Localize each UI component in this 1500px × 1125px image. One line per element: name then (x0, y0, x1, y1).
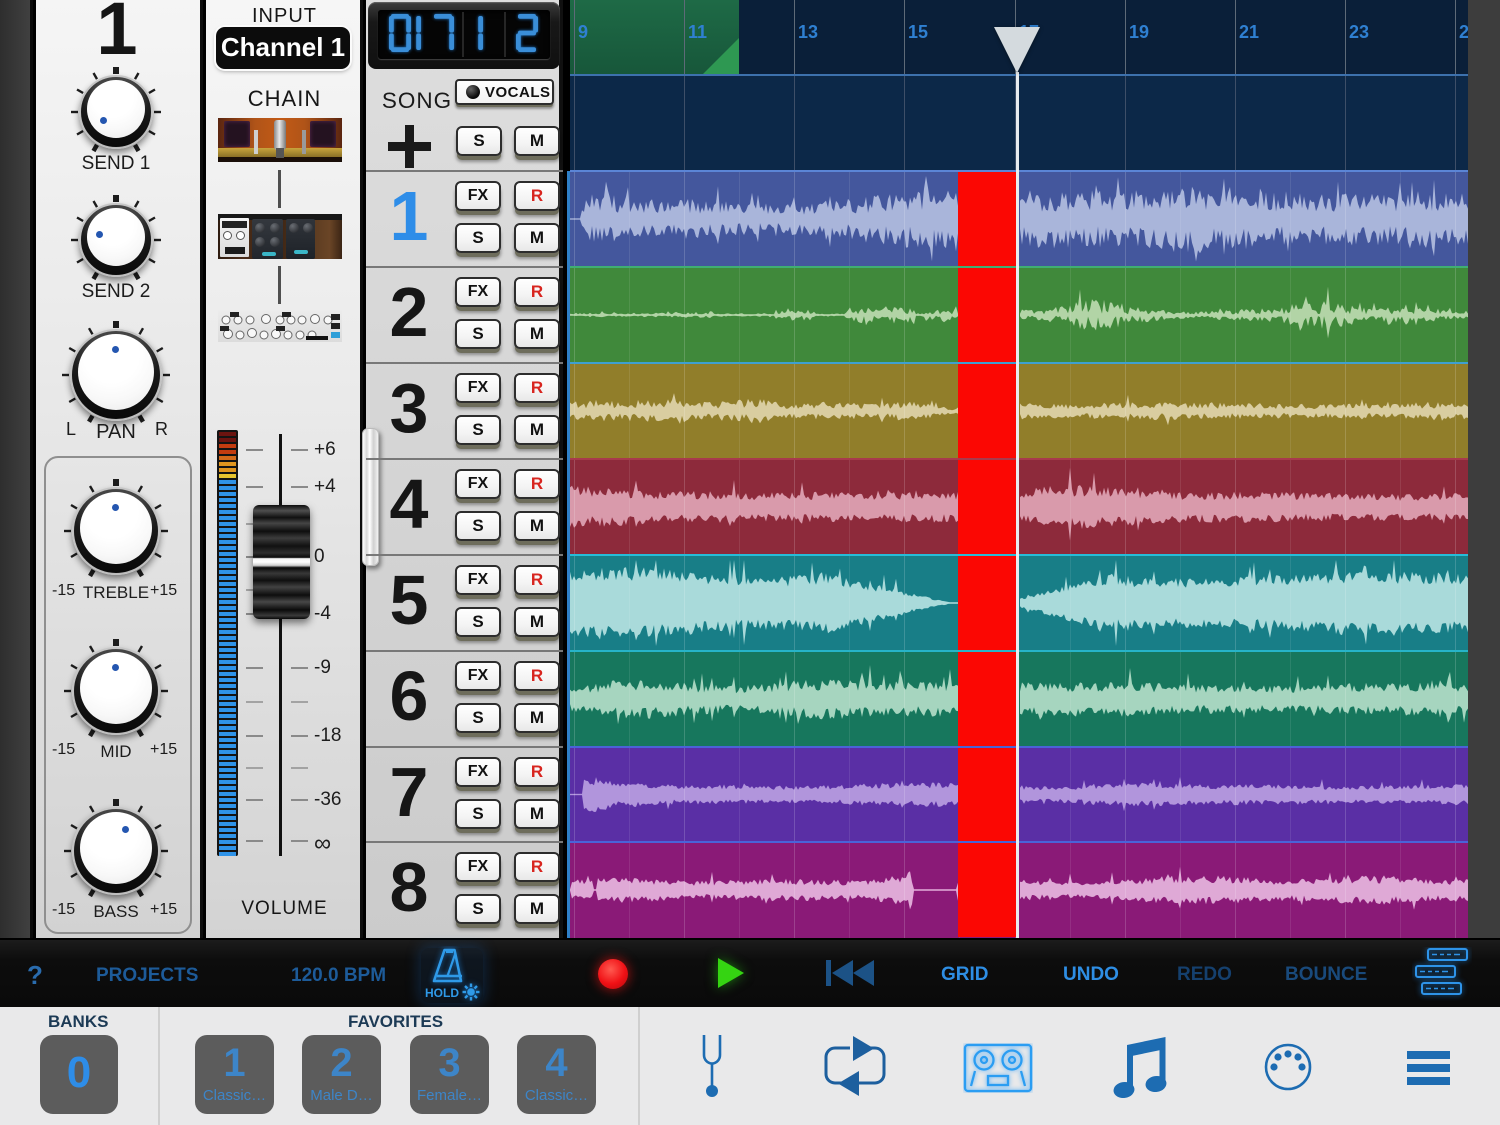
svg-text:HOLD: HOLD (425, 986, 459, 1000)
